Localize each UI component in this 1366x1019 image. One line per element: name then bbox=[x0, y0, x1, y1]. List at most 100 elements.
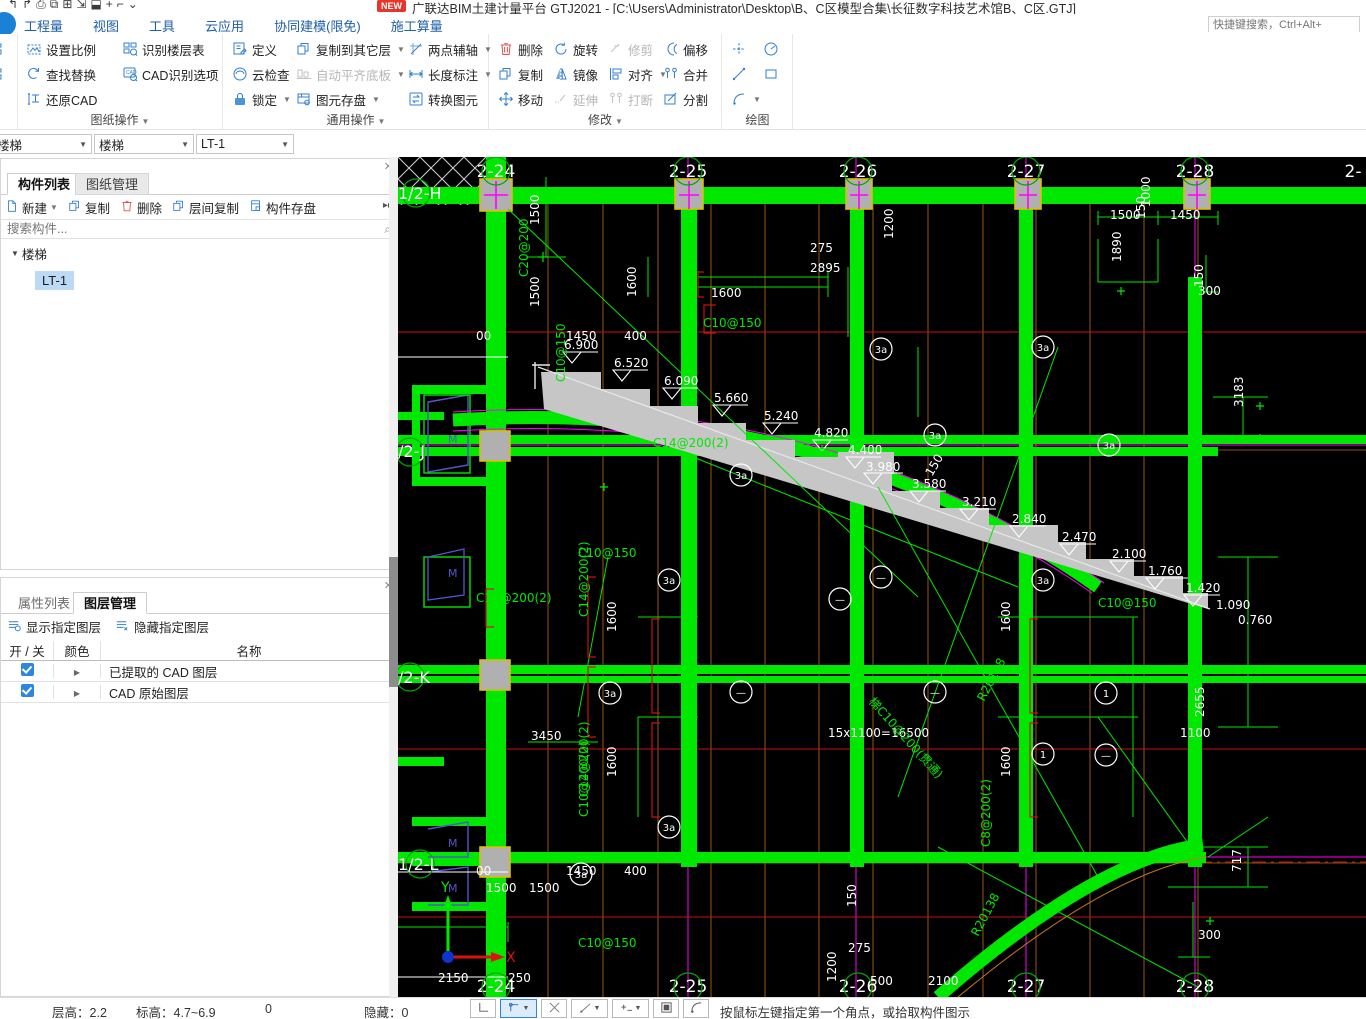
ribbon-item-merge[interactable]: 合并 bbox=[663, 63, 708, 85]
chevron-down-icon[interactable]: ▼ bbox=[372, 95, 380, 104]
more-icon[interactable]: ⌄ bbox=[128, 0, 142, 11]
canvas-vertical-scrollbar[interactable] bbox=[389, 157, 398, 997]
chevron-down-icon[interactable]: ▼ bbox=[283, 95, 291, 104]
selector-category[interactable]: 楼梯 ▼ bbox=[0, 134, 92, 154]
menu-item-construction[interactable]: 施工算量 bbox=[387, 16, 447, 35]
ribbon-item-set-scale[interactable]: 设置比例 bbox=[26, 38, 96, 60]
table-row[interactable]: ▶ 已提取的 CAD 图层 bbox=[1, 661, 397, 682]
ribbon-item-lock[interactable]: 锁定 ▼ bbox=[232, 88, 291, 110]
add-icon[interactable]: +⌐ bbox=[106, 0, 128, 11]
component-copy-between-floors-button[interactable]: 层间复制 bbox=[172, 198, 239, 217]
extract-icon[interactable]: ⇲ bbox=[76, 0, 90, 11]
chevron-down-icon[interactable]: ▼ bbox=[753, 95, 761, 104]
hide-layer-button[interactable]: 隐藏指定图层 bbox=[115, 617, 209, 636]
ribbon-item-arc[interactable]: ▼ bbox=[731, 88, 761, 110]
chevron-down-icon[interactable]: ▼ bbox=[523, 1005, 530, 1012]
chevron-down-icon[interactable]: ▼ bbox=[11, 249, 19, 258]
sb-arc-button[interactable] bbox=[683, 999, 709, 1018]
tree-leaf-lt1[interactable]: LT-1 bbox=[35, 271, 75, 290]
undo-icon[interactable]: ↰ bbox=[8, 0, 22, 11]
ribbon-item-convert-element[interactable]: 转换图元 bbox=[408, 88, 478, 110]
sb-plus-button[interactable]: ▼ bbox=[612, 999, 649, 1018]
layer-icon[interactable]: ⧉ bbox=[50, 0, 63, 12]
cad-drawing-canvas[interactable]: M M M M 3a 3a 3a 3a 3a 3a — 3a 3a — — 1 … bbox=[398, 157, 1366, 997]
cad-drawing-svg[interactable]: M M M M 3a 3a 3a3a 3a3a — 3a 3a — — 1 — … bbox=[398, 157, 1366, 997]
ribbon-item-partial-1[interactable] bbox=[0, 38, 6, 60]
ribbon-item-find-replace[interactable]: 查找替换 bbox=[26, 63, 96, 85]
ribbon-group-title-general-ops[interactable]: 通用操作 ▼ bbox=[224, 111, 488, 128]
ribbon-item-offset[interactable]: 偏移 bbox=[663, 38, 708, 60]
table-row[interactable]: ▶ CAD 原始图层 bbox=[1, 682, 397, 703]
ribbon-item-line[interactable] bbox=[731, 63, 747, 85]
quick-access-toolbar[interactable]: ↰↱⎙⧉⊞⇲⬓+⌐⌄ bbox=[8, 0, 142, 12]
ribbon-item-rotate[interactable]: 旋转 bbox=[553, 38, 598, 60]
grid-icon[interactable]: ⊞ bbox=[62, 0, 76, 11]
selector-type[interactable]: 楼梯 ▼ bbox=[94, 134, 194, 154]
tab-drawing-manage[interactable]: 图纸管理 bbox=[75, 173, 150, 195]
chevron-down-icon[interactable]: ▼ bbox=[79, 140, 87, 149]
component-new-button[interactable]: 新建 ▼ bbox=[5, 198, 58, 217]
selector-component[interactable]: LT-1 ▼ bbox=[196, 134, 294, 154]
ribbon-item-circle[interactable] bbox=[763, 38, 779, 60]
component-save-button[interactable]: 构件存盘 bbox=[249, 198, 316, 217]
sb-line-button[interactable]: ▼ bbox=[571, 999, 608, 1018]
component-delete-button[interactable]: 删除 bbox=[120, 198, 162, 217]
ribbon-group-title-modify[interactable]: 修改 ▼ bbox=[490, 111, 721, 128]
component-copy-button[interactable]: 复制 bbox=[68, 198, 110, 217]
layer-checkbox[interactable] bbox=[1, 663, 53, 679]
layer-color-expander[interactable]: ▶ bbox=[53, 685, 101, 699]
chevron-down-icon[interactable]: ▼ bbox=[181, 140, 189, 149]
ribbon-item-define[interactable]: 定义 bbox=[232, 38, 277, 60]
identify-floor-table-icon bbox=[122, 41, 138, 57]
tab-component-list[interactable]: 构件列表 bbox=[7, 173, 82, 195]
chevron-down-icon[interactable]: ▼ bbox=[50, 203, 58, 212]
save-icon[interactable]: ⎙ bbox=[36, 0, 50, 12]
sb-fill-button[interactable] bbox=[653, 999, 679, 1018]
component-search-input[interactable] bbox=[7, 222, 385, 236]
redo-icon[interactable]: ↱ bbox=[22, 0, 36, 11]
menu-item-quantity[interactable]: 工程量 bbox=[20, 16, 67, 35]
ribbon-item-point[interactable] bbox=[731, 38, 747, 60]
ribbon-item-copy-to-layer[interactable]: 复制到其它层 ▼ bbox=[296, 38, 405, 60]
shortcut-search-input[interactable] bbox=[1209, 18, 1359, 32]
ribbon-item-delete[interactable]: 删除 bbox=[498, 38, 543, 60]
menu-item-view[interactable]: 视图 bbox=[89, 16, 123, 35]
ribbon-item-mirror[interactable]: 镜像 bbox=[553, 63, 598, 85]
chevron-down-icon[interactable]: ▼ bbox=[635, 1005, 642, 1012]
ribbon-item-copy[interactable]: 复制 bbox=[498, 63, 543, 85]
component-list-panel: ✕ 构件列表 图纸管理 新建 ▼ 复制 删除 bbox=[0, 158, 398, 570]
chevron-down-icon[interactable]: ▼ bbox=[281, 140, 289, 149]
chevron-down-icon[interactable]: ▼ bbox=[594, 1005, 601, 1012]
ribbon-item-move[interactable]: 移动 bbox=[498, 88, 543, 110]
tree-node-stair[interactable]: ▼ 楼梯 bbox=[1, 243, 397, 263]
ribbon-item-align[interactable]: 对齐 ▼ bbox=[608, 63, 667, 85]
shortcut-search-box[interactable] bbox=[1208, 16, 1360, 32]
import-icon[interactable]: ⬓ bbox=[90, 0, 105, 11]
component-search-box[interactable]: ⌕ bbox=[1, 219, 397, 239]
ribbon-item-cloud-check[interactable]: 云检查 bbox=[232, 63, 290, 85]
ribbon-item-rect[interactable] bbox=[763, 63, 779, 85]
show-layer-button[interactable]: 显示指定图层 bbox=[7, 617, 101, 636]
sb-ortho-button[interactable] bbox=[470, 999, 496, 1018]
menu-item-collab[interactable]: 协同建模(限免) bbox=[270, 16, 365, 35]
sb-cross-button[interactable] bbox=[541, 999, 567, 1018]
menu-item-cloud[interactable]: 云应用 bbox=[201, 16, 248, 35]
ribbon-item-split[interactable]: 分割 bbox=[663, 88, 708, 110]
ribbon-item-cad-options[interactable]: CAD CAD识别选项 bbox=[122, 63, 218, 85]
ribbon-item-length-dim[interactable]: 长度标注 ▼ bbox=[408, 63, 492, 85]
ribbon-item-two-point-axis[interactable]: 两点辅轴 ▼ bbox=[408, 38, 492, 60]
app-logo-icon[interactable] bbox=[0, 12, 16, 36]
layer-checkbox[interactable] bbox=[1, 684, 53, 700]
tab-property-list[interactable]: 属性列表 bbox=[7, 592, 81, 614]
ribbon-group-title-drawing-ops[interactable]: 图纸操作 ▼ bbox=[18, 111, 222, 128]
ribbon-item-restore-cad[interactable]: 还原CAD bbox=[26, 88, 97, 110]
scrollbar-thumb[interactable] bbox=[389, 557, 398, 687]
tab-layer-manage[interactable]: 图层管理 bbox=[73, 592, 148, 614]
sb-rect-button[interactable]: ▼ bbox=[500, 999, 537, 1018]
chevron-down-icon[interactable]: ▼ bbox=[397, 45, 405, 54]
menu-item-tools[interactable]: 工具 bbox=[145, 16, 179, 35]
ribbon-item-element-save[interactable]: 图元存盘 ▼ bbox=[296, 88, 380, 110]
ribbon-item-identify-floor-table[interactable]: 识别楼层表 bbox=[122, 38, 205, 60]
layer-color-expander[interactable]: ▶ bbox=[53, 664, 101, 678]
ribbon-item-partial-2[interactable] bbox=[0, 63, 6, 85]
